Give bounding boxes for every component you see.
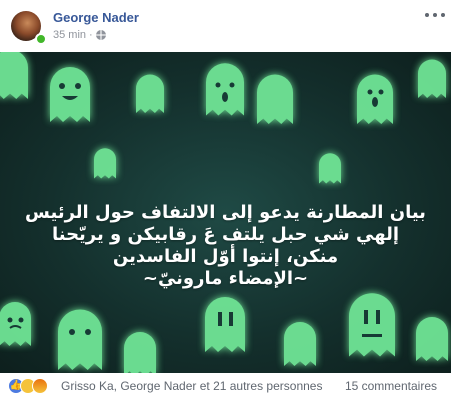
author-name-link[interactable]: George Nader <box>53 10 139 25</box>
image-text-line: ~الإمضاء مارونيّ~ <box>142 268 309 289</box>
ghost-shape <box>136 74 164 113</box>
reactors-link[interactable]: Grisso Ka, George Nader et 21 autres per… <box>61 379 322 393</box>
ghost-shape <box>349 293 395 357</box>
globe-icon[interactable] <box>95 30 106 40</box>
comments-count-link[interactable]: 15 commentaires <box>345 379 437 393</box>
ghost-shape <box>257 74 293 124</box>
reactions-summary[interactable]: 👍 <box>8 378 68 396</box>
ghost-shape <box>418 59 446 98</box>
ghost-shape <box>58 309 102 370</box>
meta-separator: · <box>89 29 93 41</box>
image-text-line: منكن، إنتوا أوّل الفاسدين <box>112 246 339 267</box>
ghost-shape <box>284 322 316 366</box>
ghost-shape <box>50 67 90 122</box>
post-footer: 👍 Grisso Ka, George Nader et 21 autres p… <box>0 373 451 400</box>
image-text-line: إلهي شي حبل يلتف عَ رقابيكن و يريّحنا <box>51 224 400 245</box>
post-image-text: بيان المطارنة يدعو إلى الالتفاف حول الرئ… <box>0 202 451 290</box>
ghost-shape <box>319 153 341 184</box>
online-status-icon <box>35 33 47 45</box>
post-timestamp-link[interactable]: 35 min <box>53 29 86 41</box>
post-meta: 35 min · <box>53 29 106 41</box>
image-text-line: بيان المطارنة يدعو إلى الالتفاف حول الرئ… <box>25 202 426 223</box>
ghost-shape <box>416 317 448 361</box>
ghost-shape <box>206 63 244 116</box>
more-options-icon[interactable] <box>425 8 445 22</box>
ghost-shape <box>205 297 245 352</box>
ghost-shape <box>124 332 156 373</box>
ghost-shape <box>94 148 116 179</box>
post-header: George Nader 35 min · <box>0 0 451 52</box>
ghost-shape <box>0 302 31 346</box>
ghost-shape <box>0 52 28 99</box>
angry-icon[interactable] <box>32 378 48 394</box>
post-image[interactable]: بيان المطارنة يدعو إلى الالتفاف حول الرئ… <box>0 52 451 373</box>
